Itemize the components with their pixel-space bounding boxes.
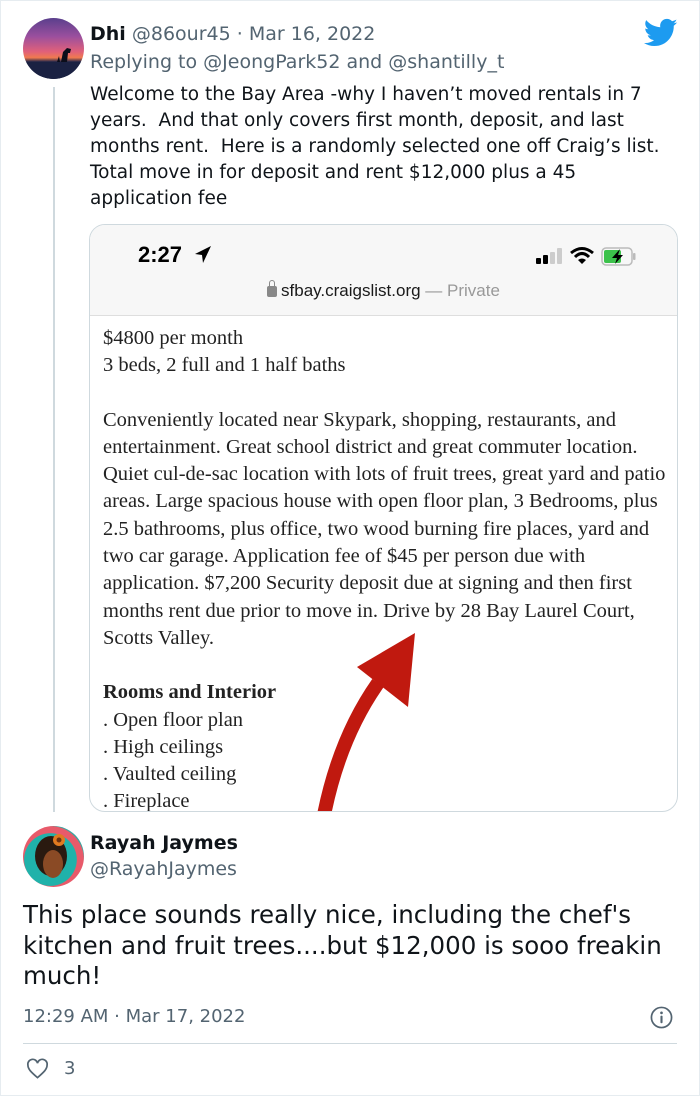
twitter-bird-icon[interactable] — [644, 18, 678, 48]
like-count: 3 — [64, 1058, 76, 1079]
mention-link[interactable]: @JeongPark52 — [203, 51, 340, 73]
author-name[interactable]: Rayah Jaymes — [90, 832, 238, 854]
author-name[interactable]: Dhi — [90, 23, 126, 45]
portrait-icon — [35, 834, 67, 878]
heart-icon[interactable] — [26, 1058, 49, 1080]
tweet-date[interactable]: Mar 16, 2022 — [249, 23, 376, 45]
author-handle[interactable]: @86our45 — [132, 23, 231, 45]
replying-and: and — [346, 51, 383, 73]
avatar-rayah[interactable] — [23, 826, 84, 887]
phone-status-bar: 2:27 sfbay.craigslist.org — Private — [90, 225, 677, 316]
signal-icon — [536, 248, 562, 264]
tweet1-header: Dhi @86our45 · Mar 16, 2022 — [90, 22, 375, 46]
avatar-dhi[interactable] — [23, 18, 84, 79]
mention-link[interactable]: @shantilly_t — [388, 51, 504, 73]
status-time: 2:27 — [138, 242, 183, 267]
lock-icon — [267, 280, 278, 297]
info-icon[interactable] — [650, 1006, 673, 1029]
tweet-media-screenshot[interactable]: 2:27 sfbay.craigslist.org — Private $480… — [89, 224, 678, 812]
silhouette-icon — [23, 48, 84, 79]
tweet2-body: This place sounds really nice, including… — [23, 900, 662, 990]
separator: · — [236, 23, 243, 45]
red-annotation-arrow — [317, 633, 415, 811]
listing-price: $4800 per month — [103, 327, 244, 349]
tweet-timestamp[interactable]: 12:29 AM · Mar 17, 2022 — [23, 1006, 245, 1027]
author-handle[interactable]: @RayahJaymes — [90, 858, 237, 880]
listing-description: Conveniently located near Skypark, shopp… — [103, 408, 666, 649]
url-bar[interactable]: sfbay.craigslist.org — Private — [90, 280, 677, 301]
tweet1-body: Welcome to the Bay Area -why I haven’t m… — [90, 84, 672, 209]
replying-label: Replying to — [90, 51, 198, 73]
location-arrow-icon — [195, 246, 211, 263]
wifi-icon — [570, 247, 594, 264]
thread-connector — [53, 87, 55, 812]
battery-charging-icon — [601, 247, 636, 266]
replying-to: Replying to @JeongPark52 and @shantilly_… — [90, 50, 504, 74]
divider — [23, 1043, 677, 1044]
private-label: — Private — [425, 281, 500, 300]
url-text: sfbay.craigslist.org — [281, 281, 421, 300]
listing-beds: 3 beds, 2 full and 1 half baths — [103, 354, 346, 377]
